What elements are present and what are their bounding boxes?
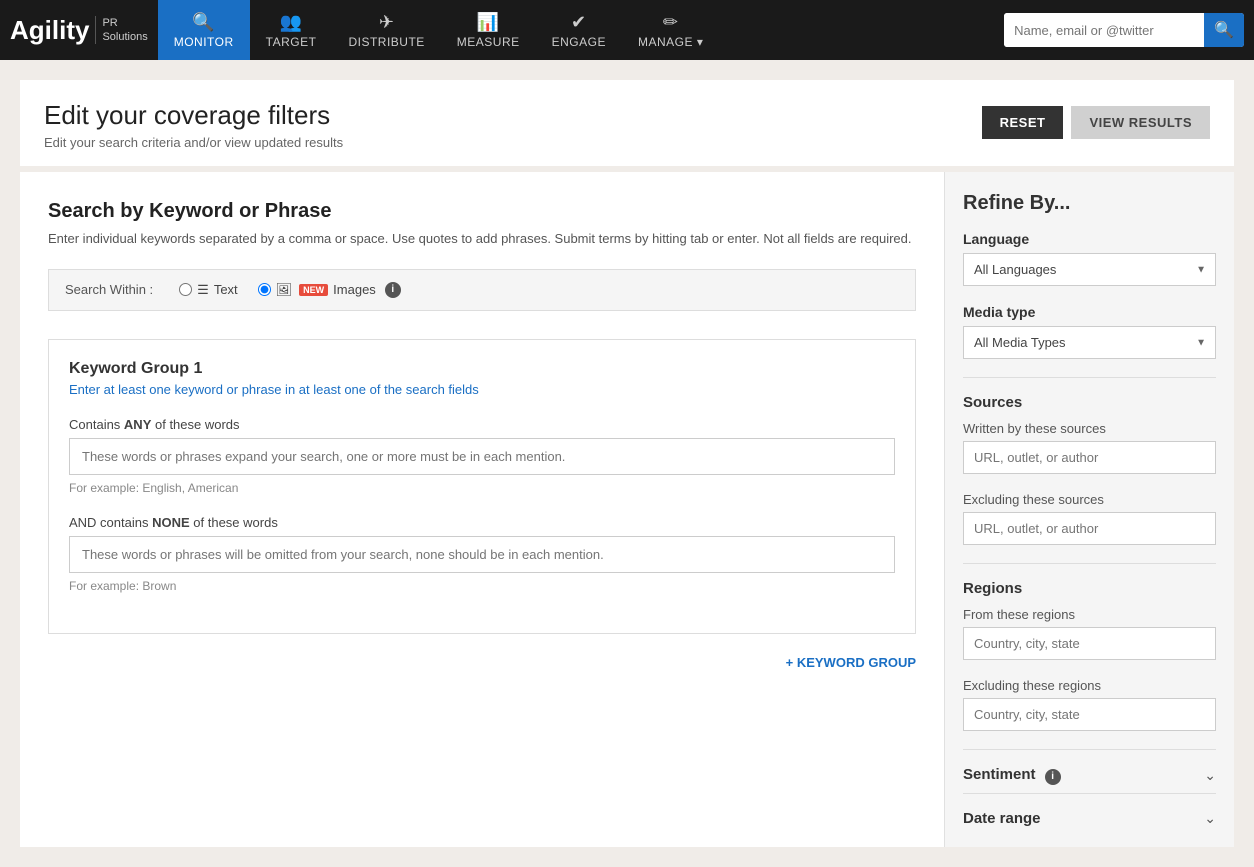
date-range-chevron-icon: ⌄	[1204, 810, 1216, 827]
contains-none-input[interactable]	[69, 536, 895, 573]
page-title: Edit your coverage filters	[44, 100, 343, 131]
page-wrapper: Edit your coverage filters Edit your sea…	[0, 60, 1254, 867]
nav-manage-label: MANAGE ▾	[638, 35, 703, 49]
measure-icon: 📊	[477, 12, 500, 33]
images-radio-option[interactable]: 🖼 NEW Images i	[258, 282, 401, 298]
contains-any-example: For example: English, American	[69, 481, 895, 495]
new-badge: NEW	[299, 284, 328, 296]
contains-none-example: For example: Brown	[69, 579, 895, 593]
navbar: Agility PR Solutions 🔍 MONITOR 👥 TARGET …	[0, 0, 1254, 60]
target-icon: 👥	[280, 12, 303, 33]
brand-pr-solutions: PR Solutions	[95, 16, 147, 45]
search-input[interactable]	[1004, 13, 1204, 47]
nav-engage[interactable]: ✔ ENGAGE	[536, 0, 622, 60]
search-button[interactable]: 🔍	[1204, 13, 1244, 47]
regions-section-label: Regions	[963, 563, 1216, 597]
nav-distribute[interactable]: ✈ DISTRIBUTE	[332, 0, 440, 60]
brand-logo: Agility PR Solutions	[10, 15, 148, 46]
search-within-label: Search Within :	[65, 282, 153, 297]
page-header: Edit your coverage filters Edit your sea…	[20, 80, 1234, 166]
language-select[interactable]: All Languages English French Spanish	[963, 253, 1216, 286]
global-search: 🔍	[1004, 13, 1244, 47]
media-type-select[interactable]: All Media Types Online Print TV	[963, 326, 1216, 359]
nav-distribute-label: DISTRIBUTE	[348, 35, 424, 49]
main-content: Search by Keyword or Phrase Enter indivi…	[20, 172, 1234, 847]
contains-none-label: AND contains NONE of these words	[69, 515, 895, 530]
text-radio[interactable]	[179, 283, 192, 296]
monitor-icon: 🔍	[192, 12, 215, 33]
date-range-row[interactable]: Date range ⌄	[963, 793, 1216, 827]
excluding-regions-input[interactable]	[963, 698, 1216, 731]
written-by-label: Written by these sources	[963, 421, 1216, 436]
header-actions: RESET VIEW RESULTS	[982, 106, 1210, 139]
keyword-group-desc: Enter at least one keyword or phrase in …	[69, 382, 895, 397]
reset-button[interactable]: RESET	[982, 106, 1064, 139]
view-results-button[interactable]: VIEW RESULTS	[1071, 106, 1210, 139]
sentiment-info-icon[interactable]: i	[1045, 769, 1061, 785]
excluding-sources-label: Excluding these sources	[963, 492, 1216, 507]
media-type-label: Media type	[963, 304, 1216, 320]
sources-section-label: Sources	[963, 377, 1216, 411]
left-panel: Search by Keyword or Phrase Enter indivi…	[20, 172, 944, 847]
nav-manage[interactable]: ✏ MANAGE ▾	[622, 0, 719, 60]
nav-items: 🔍 MONITOR 👥 TARGET ✈ DISTRIBUTE 📊 MEASUR…	[158, 0, 1004, 60]
excluding-regions-filter: Excluding these regions	[963, 678, 1216, 731]
from-regions-label: From these regions	[963, 607, 1216, 622]
manage-icon: ✏	[663, 12, 679, 33]
nav-monitor[interactable]: 🔍 MONITOR	[158, 0, 250, 60]
engage-icon: ✔	[571, 12, 587, 33]
keyword-group-title: Keyword Group 1	[69, 360, 895, 378]
nav-measure[interactable]: 📊 MEASURE	[441, 0, 536, 60]
language-label: Language	[963, 231, 1216, 247]
search-section-title: Search by Keyword or Phrase	[48, 200, 916, 223]
contains-any-label: Contains ANY of these words	[69, 417, 895, 432]
media-type-select-wrapper: All Media Types Online Print TV	[963, 326, 1216, 359]
sentiment-chevron-icon: ⌄	[1204, 767, 1216, 784]
nav-engage-label: ENGAGE	[552, 35, 606, 49]
date-range-label: Date range	[963, 810, 1041, 827]
text-radio-option[interactable]: ☰ Text	[179, 282, 238, 298]
nav-monitor-label: MONITOR	[174, 35, 234, 49]
excluding-sources-filter: Excluding these sources	[963, 492, 1216, 545]
images-radio[interactable]	[258, 283, 271, 296]
search-section-desc: Enter individual keywords separated by a…	[48, 229, 916, 249]
sources-filter: Written by these sources	[963, 421, 1216, 474]
add-keyword-group-button[interactable]: + KEYWORD GROUP	[786, 655, 916, 670]
language-filter: Language All Languages English French Sp…	[963, 231, 1216, 286]
add-keyword-group: + KEYWORD GROUP	[48, 654, 916, 670]
keyword-group-1: Keyword Group 1 Enter at least one keywo…	[48, 339, 916, 634]
right-panel: Refine By... Language All Languages Engl…	[944, 172, 1234, 847]
nav-target-label: TARGET	[266, 35, 317, 49]
excluding-regions-label: Excluding these regions	[963, 678, 1216, 693]
keyword-group-highlight: at least one	[299, 382, 366, 397]
excluding-sources-input[interactable]	[963, 512, 1216, 545]
images-info-icon[interactable]: i	[385, 282, 401, 298]
header-text: Edit your coverage filters Edit your sea…	[44, 100, 343, 150]
distribute-icon: ✈	[379, 12, 395, 33]
sentiment-row[interactable]: Sentiment i ⌄	[963, 749, 1216, 785]
from-regions-input[interactable]	[963, 627, 1216, 660]
nav-measure-label: MEASURE	[457, 35, 520, 49]
sentiment-label: Sentiment i	[963, 766, 1061, 785]
media-type-filter: Media type All Media Types Online Print …	[963, 304, 1216, 359]
nav-target[interactable]: 👥 TARGET	[250, 0, 333, 60]
search-within-row: Search Within : ☰ Text 🖼 NEW Images i	[48, 269, 916, 311]
refine-title: Refine By...	[963, 192, 1216, 215]
brand-name: Agility	[10, 15, 89, 46]
language-select-wrapper: All Languages English French Spanish	[963, 253, 1216, 286]
page-subtitle: Edit your search criteria and/or view up…	[44, 135, 343, 150]
written-by-input[interactable]	[963, 441, 1216, 474]
text-icon: ☰	[197, 282, 209, 298]
images-label: Images	[333, 282, 376, 297]
images-icon: 🖼	[276, 282, 293, 298]
contains-any-input[interactable]	[69, 438, 895, 475]
text-label: Text	[214, 282, 238, 297]
from-regions-filter: From these regions	[963, 607, 1216, 660]
